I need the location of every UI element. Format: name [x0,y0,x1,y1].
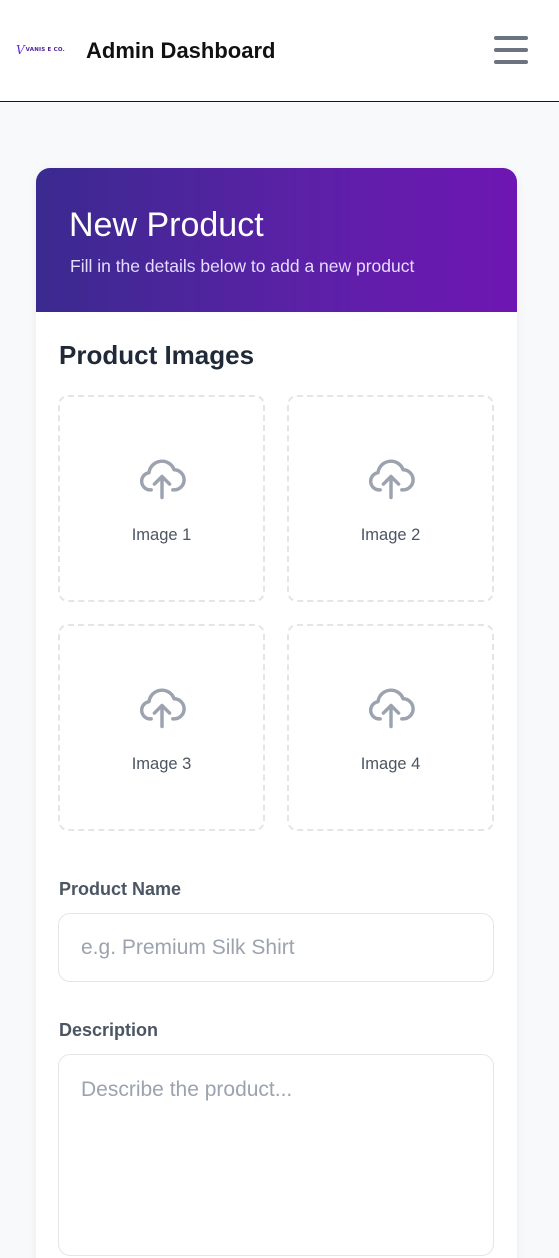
product-name-label: Product Name [59,879,182,899]
image-slot-label: Image 1 [131,526,192,544]
product-name-input[interactable] [58,913,494,982]
menu-bar [494,60,528,64]
image-slot-label: Image 4 [360,755,421,773]
cloud-upload-icon [368,688,415,729]
menu-bar [494,36,528,40]
image-upload-slot-1[interactable]: Image 1 [58,395,265,602]
logo-mark: V [16,43,25,57]
brand-logo[interactable]: V VANIS E CO. [16,42,68,58]
form-subtitle: Fill in the details below to add a new p… [70,256,415,276]
cloud-upload-icon [139,688,186,729]
cloud-upload-icon [139,459,186,500]
image-upload-slot-4[interactable]: Image 4 [287,624,494,831]
image-upload-slot-3[interactable]: Image 3 [58,624,265,831]
top-navbar: V VANIS E CO. Admin Dashboard [0,0,559,102]
page-title: Admin Dashboard [86,38,276,63]
product-images-heading: Product Images [59,340,255,370]
image-slot-label: Image 2 [360,526,421,544]
image-upload-slot-2[interactable]: Image 2 [287,395,494,602]
form-title: New Product [69,206,264,244]
image-slot-label: Image 3 [131,755,192,773]
hamburger-menu-icon[interactable] [492,34,530,66]
cloud-upload-icon [368,459,415,500]
description-label: Description [59,1020,159,1040]
menu-bar [494,48,528,52]
new-product-card: New Product Fill in the details below to… [36,168,517,1258]
logo-text: VANIS E CO. [25,47,65,53]
description-textarea[interactable] [58,1054,494,1256]
card-header: New Product Fill in the details below to… [36,168,517,312]
